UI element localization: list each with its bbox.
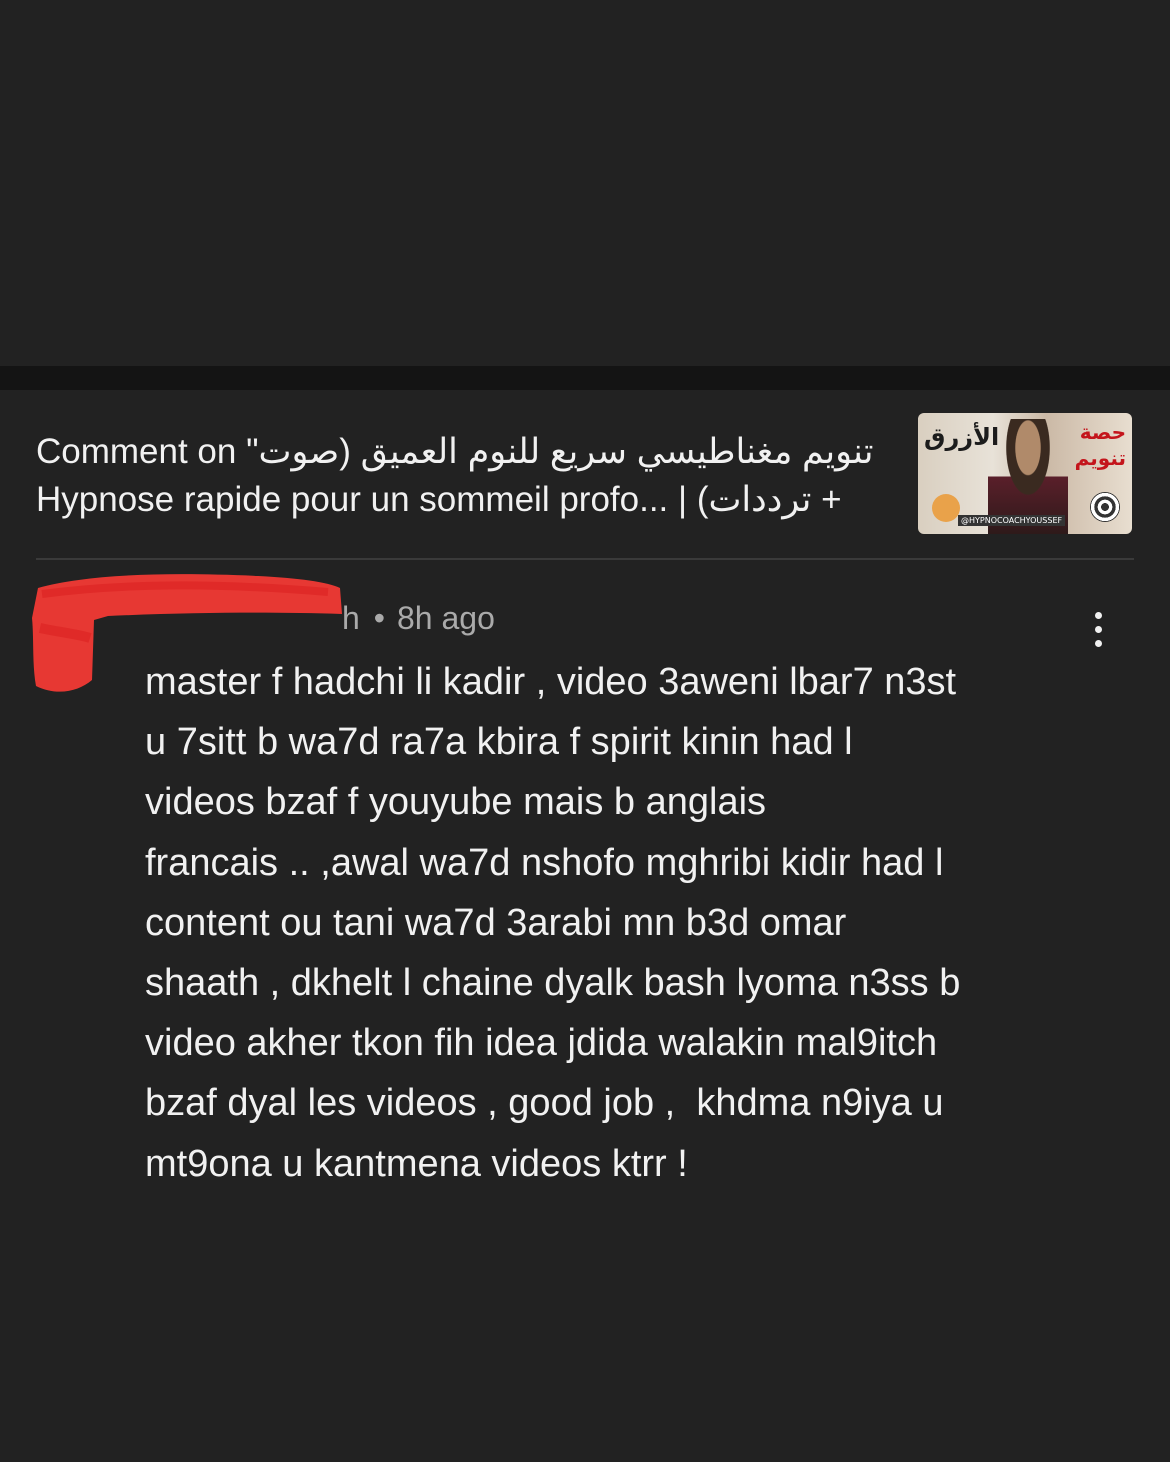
comment-body: master f hadchi li kadir , video 3aweni …	[145, 652, 1105, 1194]
comment-line: shaath , dkhelt l chaine dyalk bash lyom…	[145, 962, 961, 1005]
video-title-line-1: Comment on "تنويم مغناطيسي سريع للنوم ال…	[36, 432, 874, 471]
meta-separator-dot: •	[373, 600, 385, 636]
author-name-fragment[interactable]: h	[342, 600, 360, 636]
thumbnail-text-right: حصة تنويم	[1075, 419, 1126, 471]
section-divider	[0, 366, 1170, 390]
more-vertical-icon[interactable]	[1080, 612, 1116, 656]
comment-line: video akher tkon fih idea jdida walakin …	[145, 1022, 938, 1065]
thumbnail-text-right-line-1: حصة	[1079, 420, 1126, 444]
comment-line: u 7sitt b wa7d ra7a kbira f spirit kinin…	[145, 721, 853, 764]
thumbnail-cat-image	[932, 494, 960, 522]
comment-line: francais .. ,awal wa7d nshofo mghribi ki…	[145, 841, 944, 884]
video-thumbnail[interactable]: الأزرق حصة تنويم @HYPNOCOACHYOUSSEF	[918, 413, 1132, 534]
comment-line: mt9ona u kantmena videos ktrr !	[145, 1142, 688, 1185]
thumbnail-text-right-line-2: تنويم	[1074, 446, 1126, 470]
video-title-line-2: Hypnose rapide pour un sommeil profo... …	[36, 480, 842, 519]
target-icon	[1090, 492, 1120, 522]
comment-line: videos bzaf f youyube mais b anglais	[145, 781, 767, 824]
comment-line: bzaf dyal les videos , good job , khdma …	[145, 1082, 944, 1125]
video-title-link[interactable]: Comment on "تنويم مغناطيسي سريع للنوم ال…	[36, 428, 896, 524]
header-separator	[36, 558, 1134, 560]
comment-meta: h • 8h ago	[342, 600, 495, 637]
comment-line: master f hadchi li kadir , video 3aweni …	[145, 661, 957, 703]
comment-line: content ou tani wa7d 3arabi mn b3d omar	[145, 901, 847, 944]
comment-timestamp: 8h ago	[397, 600, 495, 636]
thumbnail-channel-handle: @HYPNOCOACHYOUSSEF	[958, 515, 1066, 526]
thumbnail-text-left: الأزرق	[924, 423, 1000, 451]
empty-top-area	[0, 0, 1170, 366]
